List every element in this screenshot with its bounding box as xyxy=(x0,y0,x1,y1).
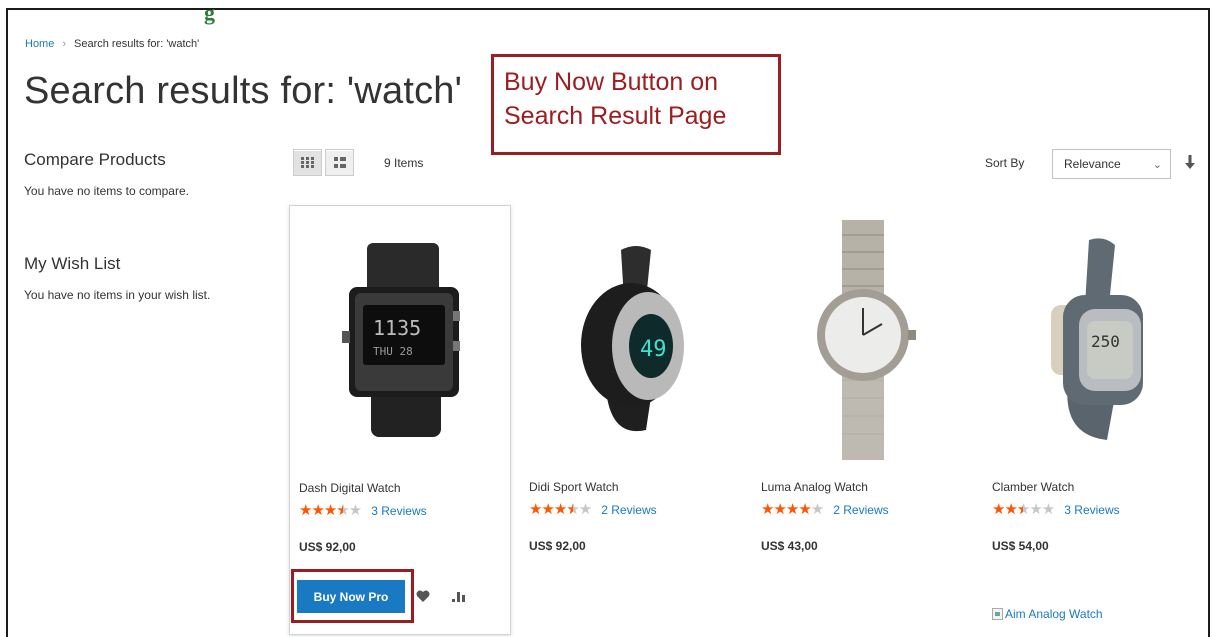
sort-direction-button[interactable] xyxy=(1183,152,1197,172)
product-price: US$ 92,00 xyxy=(299,540,356,554)
grid-view-icon xyxy=(301,157,314,168)
breadcrumb-home-link[interactable]: Home xyxy=(25,38,54,50)
svg-text:49: 49 xyxy=(640,337,667,362)
page-title: Search results for: 'watch' xyxy=(24,70,463,112)
rating-stars: ★★★★★★ xyxy=(299,502,362,519)
arrow-down-icon xyxy=(1185,155,1195,169)
sort-by-select[interactable]: Relevance ⌄ xyxy=(1052,149,1171,179)
list-view-icon xyxy=(333,157,346,168)
product-price: US$ 43,00 xyxy=(761,539,818,553)
dash-digital-watch-image: 1135 THU 28 xyxy=(342,243,460,437)
broken-image-alt-text: Aim Analog Watch xyxy=(1005,607,1103,621)
broken-image-icon xyxy=(992,608,1003,620)
product-rating: ★★★★★★ 3 Reviews xyxy=(299,503,427,519)
rating-stars: ★★★★★ xyxy=(761,501,824,518)
svg-text:THU 28: THU 28 xyxy=(373,345,413,358)
product-image[interactable]: 250 xyxy=(983,205,1205,475)
clamber-watch-image: 250 xyxy=(1051,238,1143,440)
product-price: US$ 92,00 xyxy=(529,539,586,553)
annotation-line-1: Buy Now Button on xyxy=(504,68,719,96)
breadcrumb-separator: › xyxy=(62,38,67,50)
wishlist-empty-text: You have no items in your wish list. xyxy=(24,288,211,302)
add-to-compare-icon[interactable] xyxy=(452,589,466,607)
product-rating: ★★★★★★ 2 Reviews xyxy=(529,502,657,518)
buy-now-button[interactable]: Buy Now Pro xyxy=(297,580,405,613)
wishlist-title: My Wish List xyxy=(24,254,121,273)
product-image[interactable]: 49 xyxy=(520,205,742,475)
product-image[interactable]: 1135 THU 28 xyxy=(290,206,510,476)
didi-sport-watch-image: 49 xyxy=(581,246,684,432)
list-view-button[interactable] xyxy=(325,149,354,176)
reviews-link[interactable]: 2 Reviews xyxy=(833,503,888,517)
product-name[interactable]: Dash Digital Watch xyxy=(299,481,401,495)
broken-product-image-link[interactable]: Aim Analog Watch xyxy=(992,607,1103,621)
annotation-callout: Buy Now Button on Search Result Page xyxy=(491,54,781,155)
compare-empty-text: You have no items to compare. xyxy=(24,184,189,198)
product-rating: ★★★★★ 2 Reviews xyxy=(761,502,889,518)
product-card[interactable]: 250 Clamber Watch ★★★★★★ 3 Reviews US$ 5… xyxy=(983,205,1205,635)
svg-text:250: 250 xyxy=(1091,332,1120,351)
breadcrumb-current: Search results for: 'watch' xyxy=(74,38,200,50)
header-fragment: g xyxy=(204,0,215,25)
product-price: US$ 54,00 xyxy=(992,539,1049,553)
product-name[interactable]: Didi Sport Watch xyxy=(529,480,619,494)
product-card[interactable]: Luma Analog Watch ★★★★★ 2 Reviews US$ 43… xyxy=(752,205,974,635)
breadcrumb: Home › Search results for: 'watch' xyxy=(25,38,199,50)
products-toolbar: 9 Items Sort By Relevance ⌄ xyxy=(293,149,1205,179)
product-card[interactable]: 49 Didi Sport Watch ★★★★★★ 2 Reviews US$… xyxy=(520,205,742,635)
product-rating: ★★★★★★ 3 Reviews xyxy=(992,502,1120,518)
svg-text:1135: 1135 xyxy=(373,316,421,340)
product-name[interactable]: Clamber Watch xyxy=(992,480,1074,494)
rating-stars: ★★★★★★ xyxy=(992,501,1055,518)
compare-products-title: Compare Products xyxy=(24,150,166,169)
chevron-down-icon: ⌄ xyxy=(1152,159,1162,171)
items-count: 9 Items xyxy=(384,156,424,170)
product-image[interactable] xyxy=(752,205,974,475)
product-name[interactable]: Luma Analog Watch xyxy=(761,480,868,494)
reviews-link[interactable]: 3 Reviews xyxy=(1064,503,1119,517)
reviews-link[interactable]: 3 Reviews xyxy=(371,504,426,518)
sort-by-label: Sort By xyxy=(985,156,1025,170)
sidebar: Compare Products You have no items to co… xyxy=(24,150,274,302)
sort-by-value: Relevance xyxy=(1064,157,1121,171)
rating-stars: ★★★★★★ xyxy=(529,501,592,518)
reviews-link[interactable]: 2 Reviews xyxy=(601,503,656,517)
product-card[interactable]: 1135 THU 28 Dash Digital Watch ★★★★★★ 3 … xyxy=(289,205,511,635)
wishlist-block: My Wish List You have no items in your w… xyxy=(24,254,274,302)
add-to-wishlist-heart-icon[interactable] xyxy=(416,589,430,607)
annotation-line-2: Search Result Page xyxy=(504,102,727,130)
luma-analog-watch-image xyxy=(817,220,916,460)
grid-view-button[interactable] xyxy=(293,149,322,176)
